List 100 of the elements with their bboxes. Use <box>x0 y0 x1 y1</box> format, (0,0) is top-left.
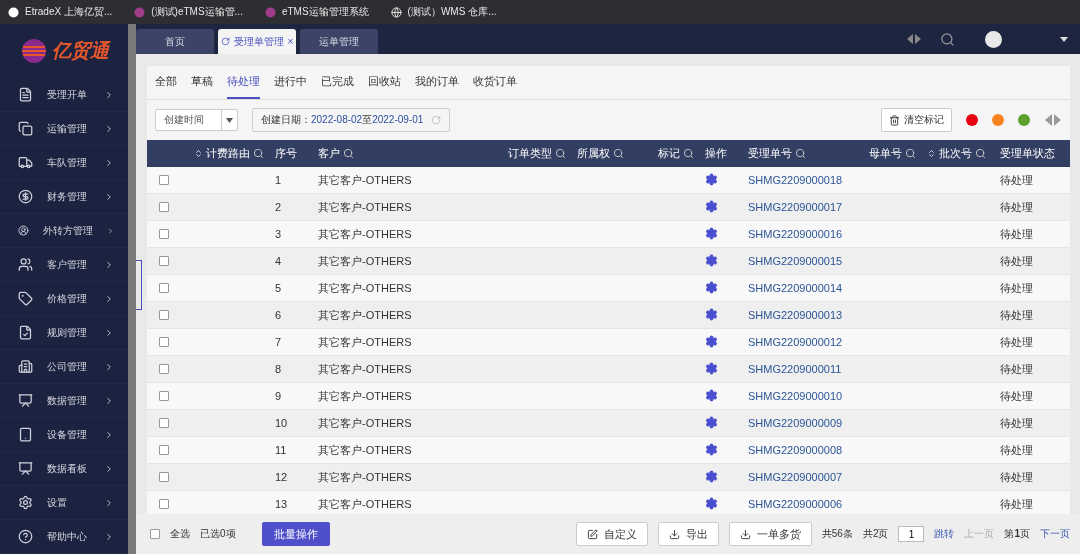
search-icon[interactable] <box>975 148 986 159</box>
marker-dot[interactable] <box>992 114 1004 126</box>
marker-dot[interactable] <box>1018 114 1030 126</box>
sub-tab[interactable]: 回收站 <box>368 66 401 99</box>
page-tab[interactable]: 受理单管理 × <box>218 29 296 54</box>
settings-icon[interactable] <box>705 172 718 186</box>
next-page-link[interactable]: 下一页 <box>1040 527 1070 541</box>
marker-dot[interactable] <box>966 114 978 126</box>
footer-button[interactable]: 自定义 <box>575 522 648 546</box>
table-row[interactable]: 2 其它客户-OTHERS SHMG2209000017 待处理 <box>147 194 1070 221</box>
order-link[interactable]: SHMG2209000007 <box>743 471 858 483</box>
order-link[interactable]: SHMG2209000014 <box>743 282 858 294</box>
date-range-field[interactable]: 创建日期：2022-08-02至2022-09-01 <box>252 108 451 132</box>
sub-tab[interactable]: 全部 <box>155 66 177 99</box>
order-link[interactable]: SHMG2209000017 <box>743 201 858 213</box>
order-link[interactable]: SHMG2209000008 <box>743 444 858 456</box>
jump-link[interactable]: 跳转 <box>934 527 955 541</box>
avatar-icon[interactable] <box>985 30 1002 48</box>
column-header[interactable]: 批次号 <box>922 146 995 161</box>
footer-button[interactable]: 导出 <box>657 522 719 546</box>
row-checkbox[interactable] <box>159 256 169 266</box>
column-header[interactable]: 订单类型 <box>497 146 572 161</box>
row-checkbox[interactable] <box>159 283 169 293</box>
page-tab[interactable]: 首页 <box>136 29 214 54</box>
search-icon[interactable] <box>683 148 694 159</box>
date-type-select[interactable]: 创建时间 <box>155 109 238 131</box>
order-link[interactable]: SHMG2209000013 <box>743 309 858 321</box>
batch-action-button[interactable]: 批量操作 <box>261 522 330 546</box>
column-header[interactable]: 母单号 <box>858 146 922 161</box>
collapse-handle[interactable] <box>136 260 142 310</box>
search-icon[interactable] <box>555 148 566 159</box>
sub-tab[interactable]: 收货订单 <box>473 66 517 99</box>
row-checkbox[interactable] <box>159 364 169 374</box>
search-icon[interactable] <box>343 148 354 159</box>
column-header[interactable]: 计费路由 <box>180 146 270 161</box>
row-checkbox[interactable] <box>159 445 169 455</box>
table-row[interactable]: 6 其它客户-OTHERS SHMG2209000013 待处理 <box>147 302 1070 329</box>
sub-tab[interactable]: 已完成 <box>321 66 354 99</box>
settings-icon[interactable] <box>705 415 718 429</box>
browser-tab[interactable]: (测试)eTMS运输管... <box>134 5 243 19</box>
order-link[interactable]: SHMG2209000006 <box>743 498 858 510</box>
table-row[interactable]: 12 其它客户-OTHERS SHMG2209000007 待处理 <box>147 464 1070 491</box>
browser-tab[interactable]: (测试）WMS 仓库... <box>390 5 497 19</box>
settings-icon[interactable] <box>705 280 718 294</box>
column-header[interactable]: 所属权 <box>572 146 648 161</box>
order-link[interactable]: SHMG2209000010 <box>743 390 858 402</box>
settings-icon[interactable] <box>705 469 718 483</box>
settings-icon[interactable] <box>705 307 718 321</box>
order-link[interactable]: SHMG2209000018 <box>743 174 858 186</box>
row-checkbox[interactable] <box>159 472 169 482</box>
column-header[interactable]: 标记 <box>648 146 700 161</box>
row-checkbox[interactable] <box>159 202 169 212</box>
settings-icon[interactable] <box>705 442 718 456</box>
row-checkbox[interactable] <box>159 418 169 428</box>
row-checkbox[interactable] <box>159 229 169 239</box>
page-input[interactable]: 1 <box>898 526 925 542</box>
sort-icon[interactable] <box>194 149 203 158</box>
search-icon[interactable] <box>253 148 264 159</box>
column-header[interactable]: 操作 <box>700 146 743 161</box>
scrollbar[interactable] <box>128 24 136 554</box>
table-row[interactable]: 4 其它客户-OTHERS SHMG2209000015 待处理 <box>147 248 1070 275</box>
sub-tab[interactable]: 待处理 <box>227 66 260 99</box>
settings-icon[interactable] <box>705 334 718 348</box>
settings-icon[interactable] <box>705 226 718 240</box>
footer-button[interactable]: 一单多货 <box>728 522 812 546</box>
column-header[interactable]: 序号 <box>270 146 313 161</box>
order-link[interactable]: SHMG2209000009 <box>743 417 858 429</box>
search-icon[interactable] <box>905 148 916 159</box>
settings-icon[interactable] <box>705 199 718 213</box>
order-link[interactable]: SHMG2209000015 <box>743 255 858 267</box>
clear-marks-button[interactable]: 清空标记 <box>881 108 952 132</box>
search-icon[interactable] <box>795 148 806 159</box>
row-checkbox[interactable] <box>159 391 169 401</box>
order-link[interactable]: SHMG2209000011 <box>743 363 858 375</box>
browser-tab[interactable]: EtradeX 上海亿贸... <box>8 5 113 19</box>
caret-down-icon[interactable] <box>226 117 233 123</box>
row-checkbox[interactable] <box>159 175 169 185</box>
settings-icon[interactable] <box>705 361 718 375</box>
sub-tab[interactable]: 进行中 <box>274 66 307 99</box>
page-tab[interactable]: 运单管理 <box>300 29 378 54</box>
sub-tab[interactable]: 我的订单 <box>415 66 459 99</box>
row-checkbox[interactable] <box>159 310 169 320</box>
settings-icon[interactable] <box>705 253 718 267</box>
browser-tab[interactable]: eTMS运输管理系统 <box>264 5 369 19</box>
column-header[interactable]: 客户 <box>313 146 497 161</box>
order-link[interactable]: SHMG2209000016 <box>743 228 858 240</box>
sort-icon[interactable] <box>927 149 936 158</box>
row-checkbox[interactable] <box>159 337 169 347</box>
table-row[interactable]: 10 其它客户-OTHERS SHMG2209000009 待处理 <box>147 410 1070 437</box>
settings-icon[interactable] <box>705 388 718 402</box>
table-row[interactable]: 8 其它客户-OTHERS SHMG2209000011 待处理 <box>147 356 1070 383</box>
column-header[interactable]: 受理单状态 <box>995 146 1070 161</box>
settings-icon[interactable] <box>705 496 718 510</box>
close-icon[interactable]: × <box>287 36 294 47</box>
search-icon[interactable] <box>613 148 624 159</box>
search-icon[interactable] <box>940 31 955 47</box>
row-checkbox[interactable] <box>159 499 169 509</box>
select-all-checkbox[interactable] <box>150 529 160 539</box>
sub-tab[interactable]: 草稿 <box>191 66 213 99</box>
column-header[interactable]: 受理单号 <box>743 146 858 161</box>
